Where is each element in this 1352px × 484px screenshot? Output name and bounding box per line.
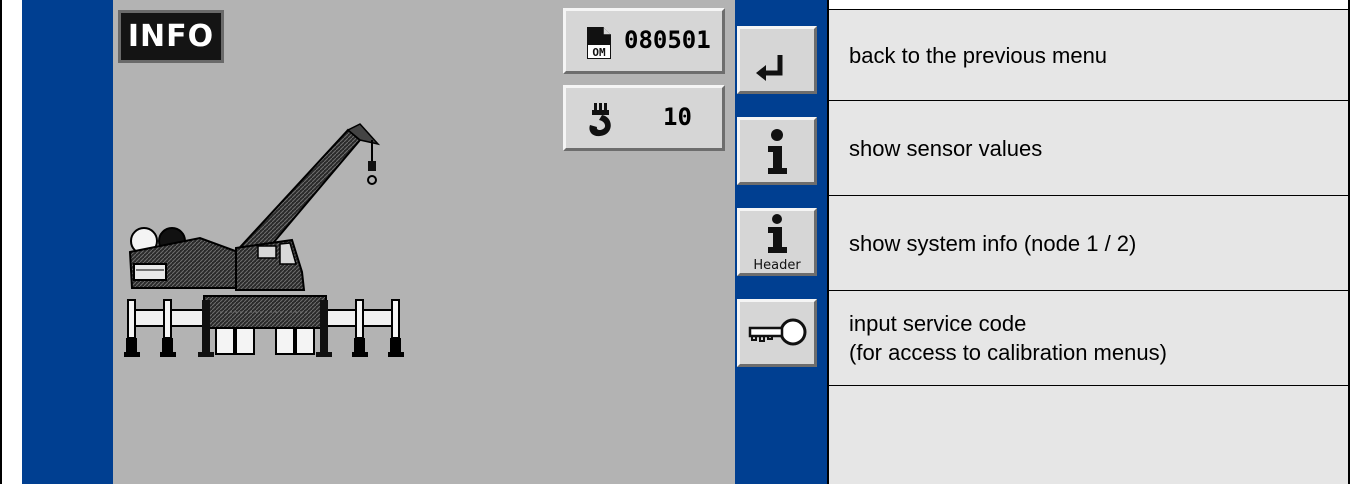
description-row-back: back to the previous menu (829, 9, 1348, 101)
hook-value: 10 (663, 103, 692, 131)
description-row-empty (829, 386, 1348, 484)
return-arrow-icon (756, 55, 783, 81)
description-row-system-info: show system info (node 1 / 2) (829, 196, 1348, 291)
table-left-border (0, 0, 2, 484)
description-row-sensor: show sensor values (829, 101, 1348, 196)
hook-box: 10 (563, 85, 725, 151)
document-om-icon: OM (587, 27, 611, 59)
order-number-box: OM 080501 (563, 8, 725, 74)
order-number: 080501 (624, 26, 711, 54)
description-row-service-code: input service code (for access to calibr… (829, 291, 1348, 386)
info-header-icon: Header (753, 214, 801, 273)
crane-illustration (124, 123, 404, 357)
back-button[interactable] (737, 26, 817, 94)
header-label: Header (753, 258, 801, 273)
svg-text:OM: OM (592, 46, 606, 59)
system-info-button[interactable]: Header (737, 208, 817, 276)
key-icon (748, 318, 807, 346)
service-code-button[interactable] (737, 299, 817, 367)
sensor-values-button[interactable] (737, 117, 817, 185)
info-icon (768, 129, 787, 174)
table-right-border (1348, 0, 1350, 484)
description-table: back to the previous menu show sensor va… (829, 0, 1348, 484)
mode-label: INFO (118, 10, 224, 63)
crane-hook-icon (589, 103, 611, 137)
